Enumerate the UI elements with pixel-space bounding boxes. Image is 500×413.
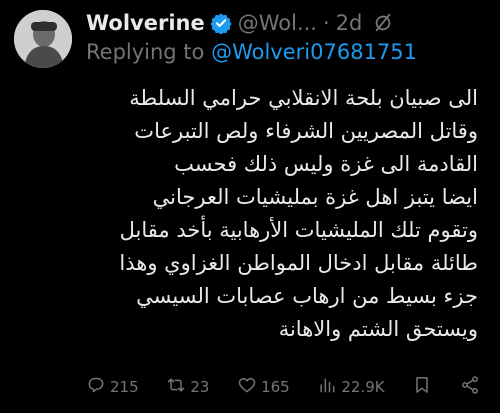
replying-prefix: Replying to xyxy=(86,40,205,64)
reply-count: 215 xyxy=(110,378,139,396)
views-icon xyxy=(317,375,337,399)
views-button[interactable]: 22.9K xyxy=(317,375,385,399)
like-button[interactable]: 165 xyxy=(237,375,290,399)
avatar-image xyxy=(14,10,72,68)
tweet-text-line: القادمة الى غزة وليس ذلك فحسب xyxy=(174,152,478,176)
share-button[interactable] xyxy=(460,375,480,399)
like-count: 165 xyxy=(261,378,290,396)
repost-button[interactable]: 23 xyxy=(166,375,209,399)
share-icon xyxy=(460,375,480,399)
repost-count: 23 xyxy=(190,378,210,396)
reply-button[interactable]: 215 xyxy=(86,375,139,399)
separator-dot: · xyxy=(322,11,330,35)
avatar[interactable] xyxy=(14,10,72,68)
grok-icon[interactable] xyxy=(372,12,394,34)
tweet[interactable]: Wolverine @Wol... · 2d Replying to @Wolv… xyxy=(0,0,500,413)
author-handle[interactable]: @Wol... xyxy=(238,11,317,35)
verified-badge-icon xyxy=(210,12,232,35)
tweet-text-line: طائلة مقابل ادخال المواطن الغزاوي وهذا xyxy=(119,251,478,275)
tweet-text-line: ايضا يتبز اهل غزة بمليشيات العرجاني xyxy=(152,185,478,209)
views-count: 22.9K xyxy=(341,378,385,396)
tweet-text-line: الى صبيان بلحة الانقلابي حرامي السلطة xyxy=(129,86,478,110)
replying-to: Replying to @Wolveri07681751 xyxy=(86,40,417,64)
tweet-text: الى صبيان بلحة الانقلابي حرامي السلطة وق… xyxy=(86,82,478,346)
tweet-text-line: جزء بسيط من ارهاب عصابات السيسي xyxy=(136,284,478,308)
repost-icon xyxy=(166,375,186,399)
tweet-text-line: ويستحق الشتم والاهانة xyxy=(278,317,478,341)
like-icon xyxy=(237,375,257,399)
reply-icon xyxy=(86,375,106,399)
bookmark-button[interactable] xyxy=(412,375,432,399)
tweet-text-line: وقاتل المصريين الشرفاء ولص التبرعات xyxy=(134,119,478,143)
bookmark-icon xyxy=(412,375,432,399)
timestamp[interactable]: 2d xyxy=(336,11,363,35)
author-name[interactable]: Wolverine xyxy=(86,11,205,35)
replying-handle[interactable]: @Wolveri07681751 xyxy=(211,40,417,64)
tweet-header: Wolverine @Wol... · 2d xyxy=(86,8,490,38)
tweet-text-line: وتقوم تلك المليشيات الأرهابية بأخد مقابل xyxy=(119,218,478,242)
action-bar: 215 23 165 22.9K xyxy=(86,372,480,402)
